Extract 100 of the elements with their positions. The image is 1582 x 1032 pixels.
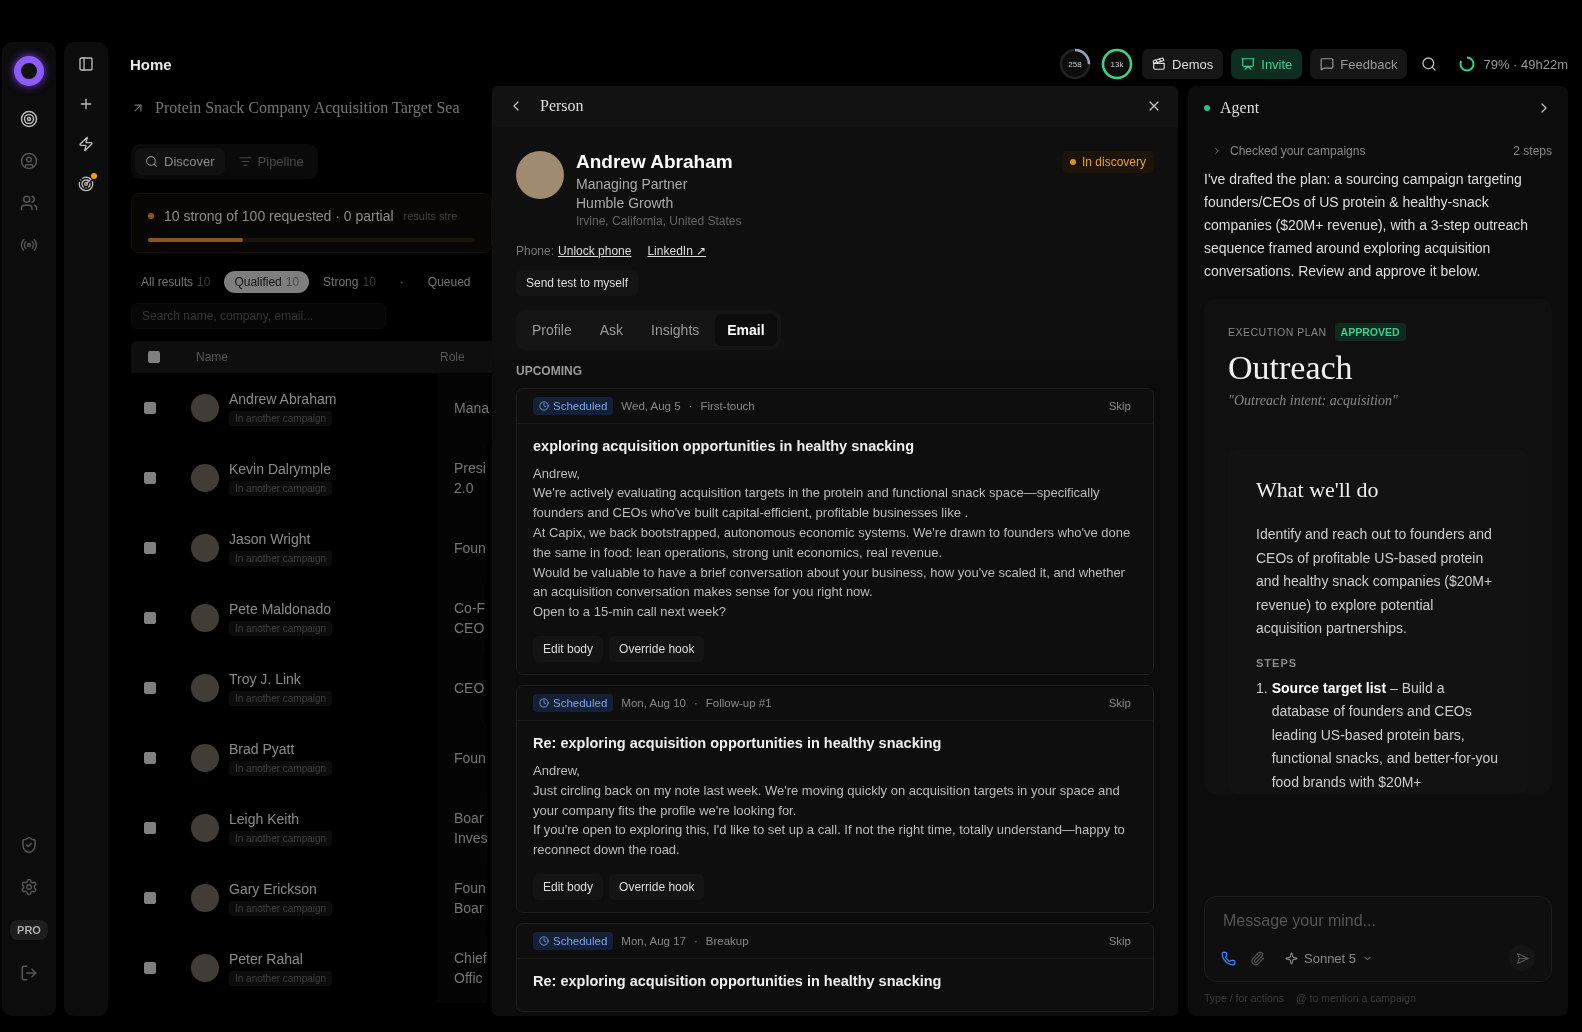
- role-text: Boar: [454, 899, 485, 918]
- radar-icon[interactable]: [78, 176, 94, 192]
- plan-eyebrow: EXECUTION PLAN: [1228, 326, 1327, 338]
- send-test-button[interactable]: Send test to myself: [516, 269, 639, 296]
- email-action-button[interactable]: Override hook: [609, 636, 705, 662]
- person-name: Andrew Abraham: [229, 390, 338, 407]
- avatar: [191, 884, 219, 912]
- step-number: 1.: [1256, 678, 1268, 698]
- email-paragraph: Would be valuable to have a brief conversation about your business, how you've scaled it, and whether an acquisition conversation makes sense for you right now.: [533, 563, 1126, 602]
- row-checkbox[interactable]: [144, 402, 156, 414]
- tab[interactable]: Insights: [639, 313, 712, 346]
- select-all-checkbox[interactable]: [148, 351, 160, 363]
- feedback-button[interactable]: Feedback: [1310, 49, 1408, 79]
- settings-icon[interactable]: [20, 878, 38, 896]
- paperclip-icon[interactable]: [1250, 950, 1265, 966]
- filter-chip[interactable]: ·: [389, 271, 414, 293]
- person-name: Peter Rahal: [229, 950, 304, 967]
- email-stage: Breakup: [705, 935, 749, 947]
- role-text: Foun: [454, 539, 486, 558]
- person-company: Humble Growth: [576, 194, 675, 211]
- sparkle-icon: [1285, 951, 1298, 965]
- role-text: Mana: [454, 399, 490, 418]
- email-action-button[interactable]: Edit body: [533, 874, 604, 900]
- user-icon[interactable]: [20, 152, 38, 170]
- model-selector[interactable]: Sonnet 5: [1279, 949, 1380, 967]
- shield-icon[interactable]: [20, 836, 38, 854]
- progress-summary: 10 strong of 100 requested · 0 partial: [164, 208, 394, 224]
- broadcast-icon[interactable]: [20, 236, 38, 254]
- role-text: Boar: [454, 809, 485, 828]
- send-button[interactable]: [1509, 945, 1535, 971]
- email-action-button[interactable]: Override hook: [609, 874, 705, 900]
- usage-text: 79% · 49h22m: [1483, 56, 1568, 72]
- email-subject: Re: exploring acquisition opportunities in healthy snacking: [533, 973, 943, 989]
- row-checkbox[interactable]: [144, 822, 156, 834]
- demos-button[interactable]: Demos: [1142, 49, 1224, 79]
- email-paragraph: Just circling back on my note last week. We're moving quickly on acquisition targets in your space and your company fits the profile we're looking for.: [533, 781, 1121, 820]
- role-text: Co-F: [454, 599, 486, 618]
- role-text: Foun: [454, 879, 486, 898]
- column-header: Name: [196, 350, 229, 364]
- users-icon[interactable]: [20, 194, 38, 212]
- email-action-button[interactable]: Edit body: [533, 636, 604, 662]
- email-paragraph: Open to a 15-min call next week?: [533, 603, 727, 622]
- email-paragraph: Andrew,: [533, 464, 581, 483]
- person-location: Irvine, California, United States: [576, 213, 743, 228]
- email-date: Mon, Aug 10: [621, 697, 686, 709]
- lightning-icon[interactable]: [78, 136, 94, 152]
- usage-meter: 258: [1058, 47, 1093, 81]
- campaign-title: Protein Snack Company Acquisition Target Sea: [155, 99, 460, 117]
- row-checkbox[interactable]: [144, 962, 156, 974]
- invite-button[interactable]: Invite: [1231, 49, 1303, 79]
- row-checkbox[interactable]: [144, 612, 156, 624]
- person-name: Jason Wright: [229, 530, 312, 547]
- plan-heading: What we'll do: [1256, 477, 1380, 503]
- tab[interactable]: Ask: [587, 313, 636, 346]
- person-name: Pete Maldonado: [229, 600, 332, 617]
- person-position: Managing Partner: [576, 175, 689, 192]
- sidebar-toggle-icon[interactable]: [78, 56, 94, 72]
- separator-dot: ·: [688, 399, 693, 412]
- avatar: [191, 674, 219, 702]
- tab[interactable]: Email: [715, 313, 777, 346]
- tab[interactable]: Profile: [520, 313, 584, 346]
- unlock-phone-link[interactable]: Unlock phone: [558, 243, 632, 258]
- avatar: [191, 744, 219, 772]
- skip-button[interactable]: Skip: [1102, 696, 1137, 710]
- target-icon[interactable]: [20, 110, 38, 128]
- filter-chip[interactable]: Queued: [417, 271, 481, 293]
- role-text: Presi: [454, 459, 486, 478]
- role-text: CEO: [454, 679, 485, 698]
- person-name: Troy J. Link: [229, 670, 302, 687]
- message-input[interactable]: Message your mind...: [1221, 911, 1535, 931]
- activity-count: 2 steps: [1513, 144, 1552, 158]
- email-date: Mon, Aug 17: [621, 935, 686, 947]
- search-icon[interactable]: [1421, 56, 1438, 72]
- app-logo[interactable]: [14, 56, 44, 86]
- row-checkbox[interactable]: [144, 682, 156, 694]
- person-name: Kevin Dalrymple: [229, 460, 332, 477]
- row-checkbox[interactable]: [144, 752, 156, 764]
- person-name: Leigh Keith: [229, 810, 301, 827]
- role-text: Offic: [454, 969, 484, 988]
- email-stage: First-touch: [700, 399, 755, 412]
- plus-icon[interactable]: [78, 96, 94, 112]
- avatar: [191, 954, 219, 982]
- panel-title: Agent: [1220, 99, 1261, 117]
- role-text: Chief: [454, 949, 487, 968]
- row-checkbox[interactable]: [144, 542, 156, 554]
- linkedin-link[interactable]: LinkedIn ↗: [647, 243, 707, 258]
- logout-icon[interactable]: [20, 964, 38, 982]
- row-checkbox[interactable]: [144, 472, 156, 484]
- skip-button[interactable]: Skip: [1102, 934, 1137, 948]
- step-text: Source target list – Build a database of founders and CEOs leading US-based protein bars, functional snacks, and better-for-you food brands with $20M+: [1271, 678, 1500, 792]
- person-name: Andrew Abraham: [576, 150, 734, 173]
- plan-title: Outreach: [1228, 349, 1354, 387]
- panel-title: Person: [540, 97, 585, 116]
- view-tab[interactable]: Discover: [135, 148, 225, 175]
- person-name: Brad Pyatt: [229, 740, 296, 757]
- person-name: Gary Erickson: [229, 880, 318, 897]
- scheduled-badge: Scheduled: [533, 932, 614, 950]
- row-checkbox[interactable]: [144, 892, 156, 904]
- skip-button[interactable]: Skip: [1102, 398, 1137, 413]
- phone-icon[interactable]: [1221, 950, 1236, 966]
